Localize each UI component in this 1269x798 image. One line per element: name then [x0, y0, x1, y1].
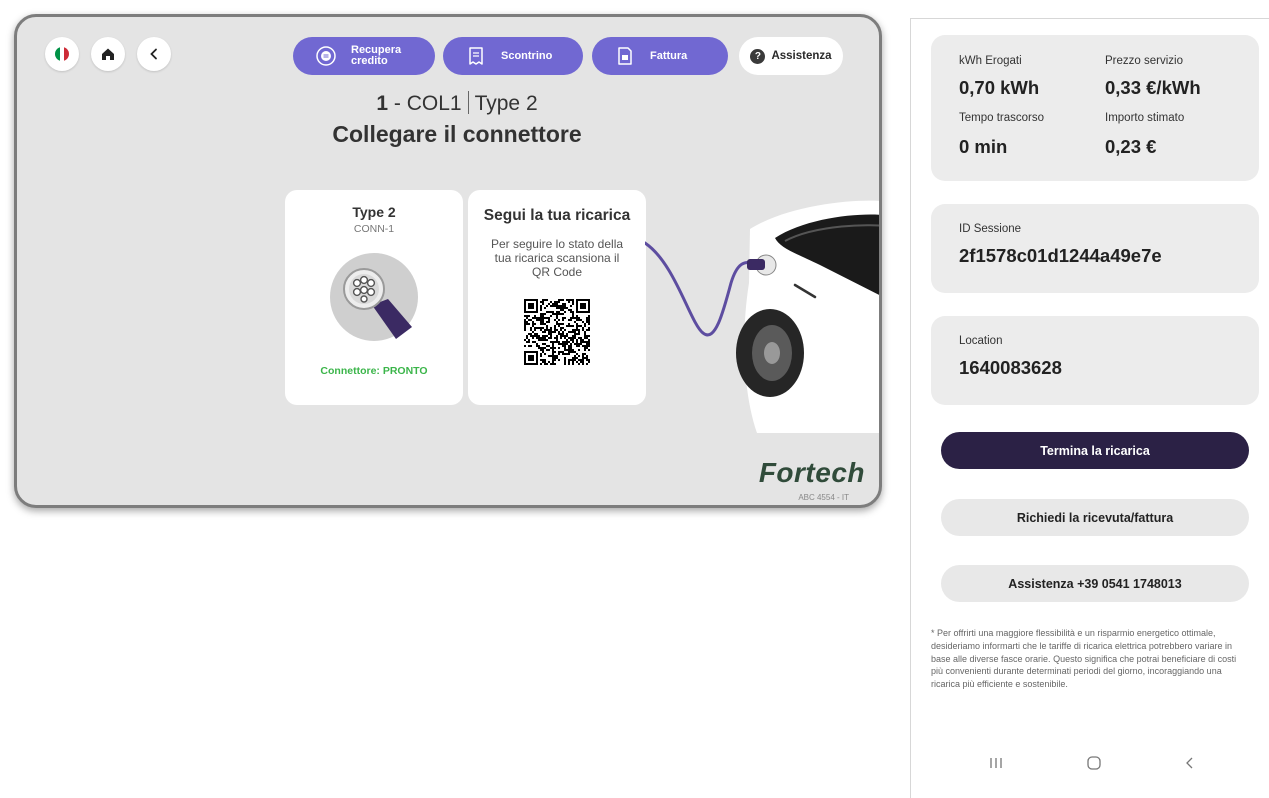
location-label: Location	[959, 335, 1003, 347]
fortech-logo: Fortech	[758, 457, 865, 488]
car-charging-illustration	[645, 200, 879, 433]
elapsed-time-label: Tempo trascorso	[959, 112, 1045, 124]
invoice-document-icon	[614, 45, 636, 67]
help-label: Assistenza	[771, 50, 832, 62]
divider	[467, 91, 469, 114]
station-connector-type: Type 2	[474, 92, 538, 115]
connector-card: Type 2 CONN-1 Connettore: PRONTO	[285, 190, 463, 405]
recent-apps-button[interactable]	[981, 752, 1011, 774]
qr-title: Segui la tua ricarica	[483, 207, 631, 224]
connector-code: CONN-1	[353, 223, 395, 235]
session-id-value: 2f1578c01d1244a49e7e	[959, 245, 1162, 266]
language-button[interactable]	[45, 37, 79, 71]
qr-code[interactable]	[524, 299, 590, 365]
session-card: ID Sessione 2f1578c01d1244a49e7e	[931, 204, 1259, 293]
location-card: Location 1640083628	[931, 316, 1259, 405]
invoice-label: Fattura	[650, 50, 688, 62]
home-button[interactable]	[91, 37, 125, 71]
price-value: 0,33 €/kWh	[1105, 77, 1201, 98]
station-number: 1	[376, 92, 389, 115]
recover-credit-label: Recupera credito	[351, 44, 402, 67]
station-name: - COL1	[388, 92, 462, 115]
help-icon: ?	[750, 48, 766, 64]
estimated-amount-label: Importo stimato	[1105, 112, 1185, 124]
kwh-label: kWh Erogati	[959, 55, 1022, 67]
charging-stats-card: kWh Erogati 0,70 kWh Prezzo servizio 0,3…	[931, 35, 1259, 181]
connector-status: Connettore: PRONTO	[320, 365, 428, 377]
help-button[interactable]: ? Assistenza	[739, 37, 843, 75]
nav-back-button[interactable]	[1175, 752, 1205, 774]
qr-description: Per seguire lo stato della tua ricarica …	[490, 237, 624, 279]
kiosk-screen: Recupera credito Scontrino Fattura ? Ass…	[14, 14, 882, 508]
price-label: Prezzo servizio	[1105, 55, 1183, 67]
home-icon	[1087, 756, 1101, 770]
tariff-disclaimer: * Per offrirti una maggiore flessibilità…	[931, 628, 1237, 690]
qr-card: Segui la tua ricarica Per seguire lo sta…	[468, 190, 646, 405]
support-phone-button[interactable]: Assistenza +39 0541 1748013	[941, 565, 1249, 602]
request-receipt-button[interactable]: Richiedi la ricevuta/fattura	[941, 499, 1249, 536]
kwh-value: 0,70 kWh	[959, 77, 1040, 98]
location-value: 1640083628	[959, 357, 1062, 378]
device-serial: ABC 4554 - IT	[798, 493, 849, 502]
back-button[interactable]	[137, 37, 171, 71]
nav-home-button[interactable]	[1079, 752, 1109, 774]
mobile-screen: kWh Erogati 0,70 kWh Prezzo servizio 0,3…	[910, 18, 1269, 798]
home-icon	[102, 48, 114, 60]
connector-title: Type 2	[352, 204, 396, 220]
elapsed-time-value: 0 min	[959, 136, 1008, 157]
receipt-label: Scontrino	[501, 50, 553, 62]
station-header: 1 - COL1 Type 2	[277, 91, 637, 116]
receipt-button[interactable]: Scontrino	[443, 37, 583, 75]
chevron-left-icon	[150, 48, 157, 60]
credit-coin-icon	[315, 45, 337, 67]
recent-apps-icon	[990, 758, 1002, 768]
instruction-title: Collegare il connettore	[332, 121, 582, 147]
back-icon	[1186, 757, 1193, 769]
invoice-button[interactable]: Fattura	[592, 37, 728, 75]
type2-connector-icon	[330, 253, 418, 341]
italian-flag-icon	[55, 47, 69, 61]
session-id-label: ID Sessione	[959, 223, 1022, 235]
end-charging-button[interactable]: Termina la ricarica	[941, 432, 1249, 469]
receipt-icon	[465, 45, 487, 67]
estimated-amount-value: 0,23 €	[1105, 136, 1157, 157]
recover-credit-button[interactable]: Recupera credito	[293, 37, 435, 75]
